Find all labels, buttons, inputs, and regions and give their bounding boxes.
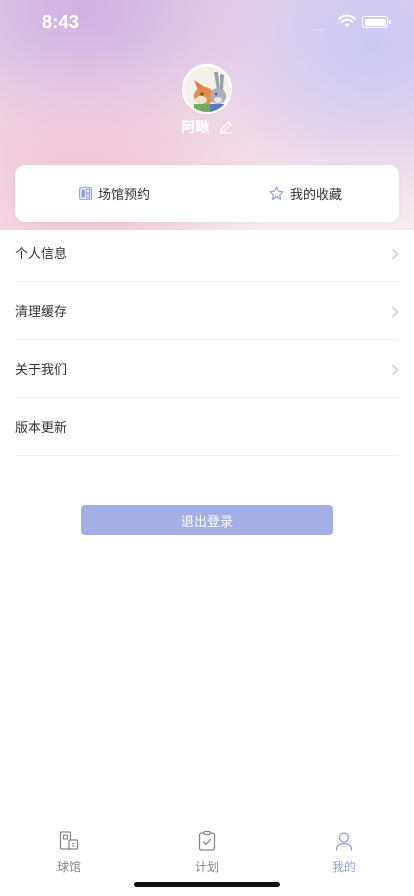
tab-plan[interactable]: 计划 xyxy=(167,830,247,875)
menu-item-version-update[interactable]: 版本更新 xyxy=(15,398,399,456)
signal-icon: .... xyxy=(313,22,328,32)
menu-item-label: 版本更新 xyxy=(15,420,68,435)
wifi-icon xyxy=(338,14,356,27)
grid-icon xyxy=(79,187,92,200)
quick-actions-card: 场馆预约 我的收藏 xyxy=(15,165,399,222)
person-icon xyxy=(335,832,353,851)
tab-label: 我的 xyxy=(331,860,356,874)
settings-menu: 个人信息 清理缓存 关于我们 版本更新 xyxy=(15,224,399,456)
menu-item-personal-info[interactable]: 个人信息 xyxy=(15,224,399,282)
my-favorites-label: 我的收藏 xyxy=(290,187,343,202)
tab-mine[interactable]: 我的 xyxy=(304,830,384,875)
menu-item-clear-cache[interactable]: 清理缓存 xyxy=(15,282,399,340)
menu-item-about-us[interactable]: 关于我们 xyxy=(15,340,399,398)
chevron-right-icon xyxy=(392,364,399,376)
username: 阿瞅 xyxy=(181,119,210,135)
home-indicator[interactable] xyxy=(134,882,280,887)
menu-item-label: 个人信息 xyxy=(15,246,68,261)
tab-label: 球馆 xyxy=(56,860,81,874)
venue-booking-label: 场馆预约 xyxy=(98,187,151,202)
status-time: 8:43 xyxy=(42,12,80,32)
battery-icon xyxy=(362,16,391,28)
chevron-right-icon xyxy=(392,306,399,318)
venue-icon xyxy=(59,831,79,850)
username-row: 阿瞅 xyxy=(0,117,414,137)
tab-label: 计划 xyxy=(194,860,219,874)
logout-button[interactable]: 退出登录 xyxy=(81,505,333,535)
tab-venue[interactable]: 球馆 xyxy=(29,830,109,875)
clipboard-check-icon xyxy=(198,830,216,851)
menu-item-label: 清理缓存 xyxy=(15,304,68,319)
my-favorites-button[interactable]: 我的收藏 xyxy=(269,165,342,222)
venue-booking-button[interactable]: 场馆预约 xyxy=(79,165,150,222)
menu-item-label: 关于我们 xyxy=(15,362,68,377)
avatar[interactable] xyxy=(182,64,232,114)
status-bar: 8:43 .... xyxy=(0,0,414,46)
edit-icon[interactable] xyxy=(219,120,233,134)
star-icon xyxy=(269,186,284,200)
chevron-right-icon xyxy=(392,248,399,260)
